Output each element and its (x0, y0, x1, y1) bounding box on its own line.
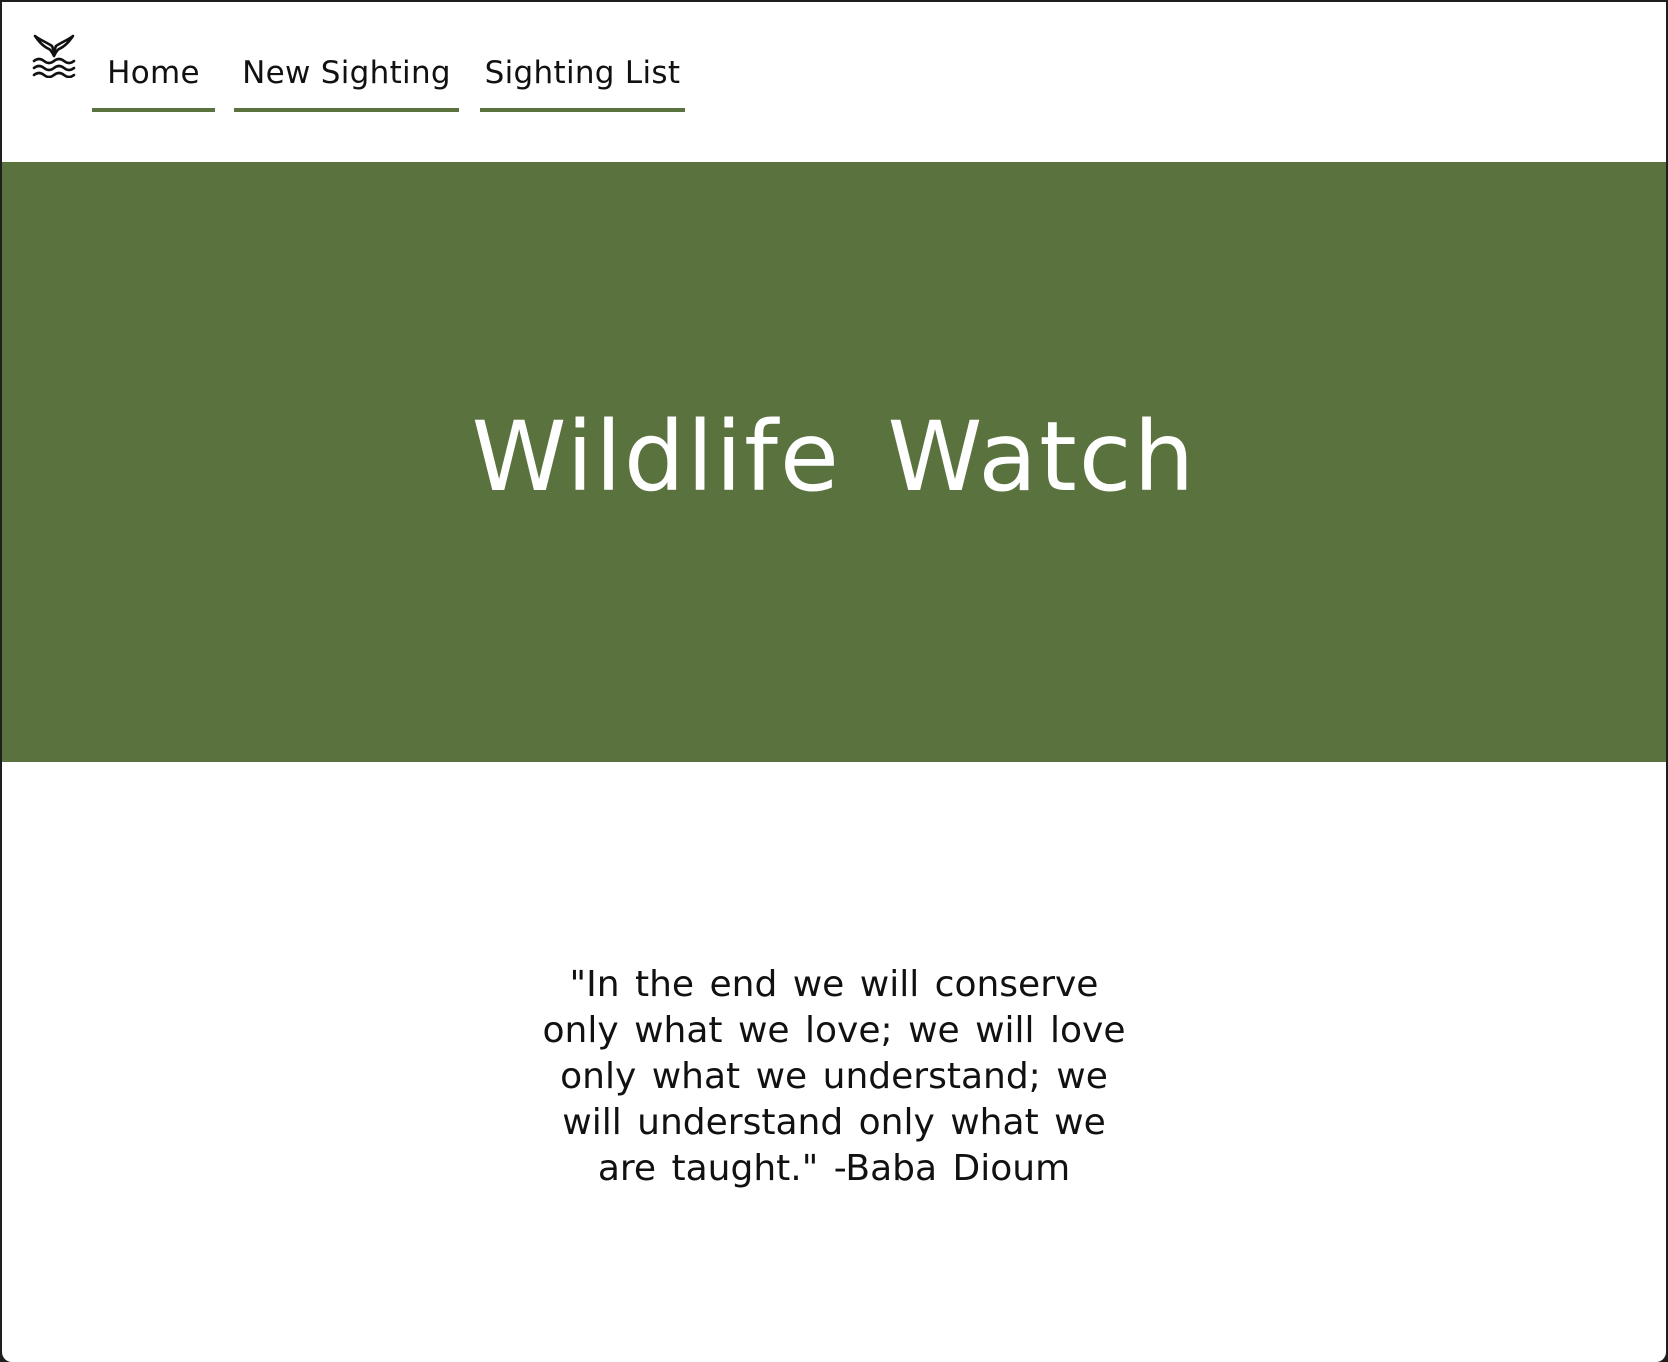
quote-section: "In the end we will conserve only what w… (2, 962, 1666, 1192)
nav-home-link[interactable]: Home (92, 44, 215, 112)
nav-sighting-list-link[interactable]: Sighting List (480, 44, 685, 112)
nav-new-sighting-link[interactable]: New Sighting (234, 44, 459, 112)
top-nav-bar: Home New Sighting Sighting List (2, 2, 1666, 162)
quote-text: "In the end we will conserve only what w… (542, 964, 1126, 1189)
app-window: Home New Sighting Sighting List Wildlife… (2, 2, 1666, 1362)
whale-tail-waves-icon[interactable] (30, 30, 78, 78)
hero-banner: Wildlife Watch (2, 162, 1666, 762)
page-title: Wildlife Watch (471, 401, 1197, 513)
